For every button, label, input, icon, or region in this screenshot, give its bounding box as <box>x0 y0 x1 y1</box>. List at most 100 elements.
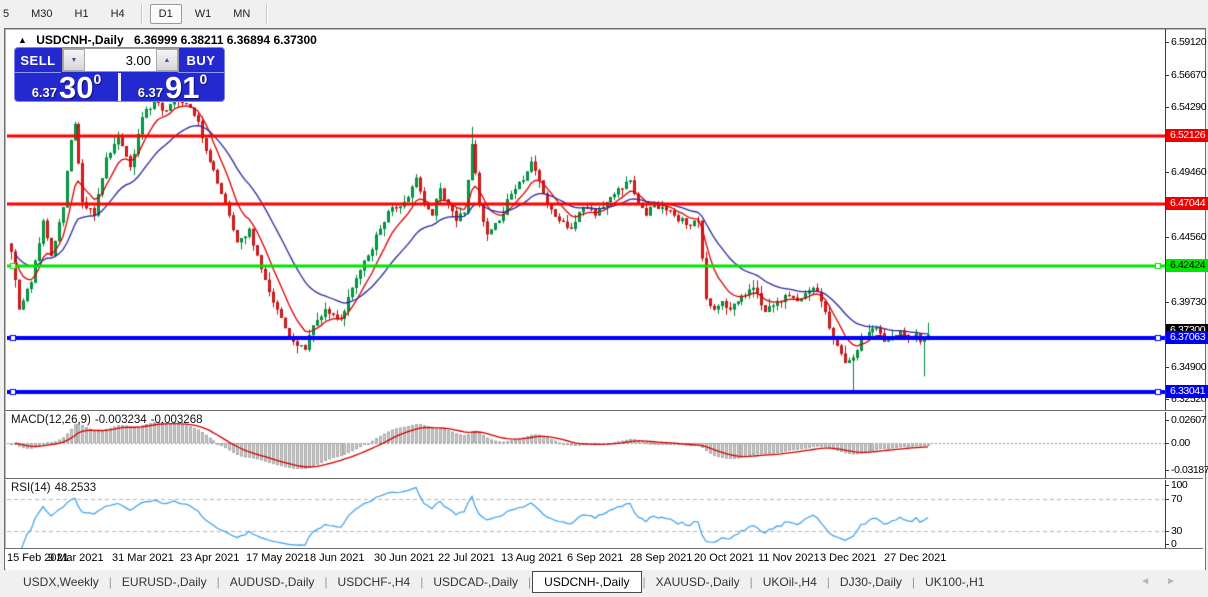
price-tick: 6.39730 <box>1166 296 1208 309</box>
price-level-badge: 6.52126 <box>1166 128 1208 142</box>
macd-axis-tick: 0.02607 <box>1166 414 1208 427</box>
price-tick: 6.34900 <box>1166 361 1208 374</box>
trade-panel-prices: 6.37 30 0 6.37 91 0 <box>15 70 224 102</box>
buy-price-small: 6.37 <box>137 85 163 100</box>
tab-separator: | <box>528 575 532 589</box>
sell-price[interactable]: 6.37 30 0 <box>15 70 118 102</box>
date-tick-label: 23 Apr 2021 <box>180 552 240 564</box>
tab-separator: | <box>420 575 424 589</box>
date-tick-label: 27 Dec 2021 <box>884 552 947 564</box>
timeframe-button-mn[interactable]: MN <box>224 4 259 24</box>
date-tick-label: 8 Jun 2021 <box>310 552 365 564</box>
tab-scroll-left-icon[interactable]: ◄ <box>1140 576 1166 587</box>
chart-window: ▲ USDCNH-,Daily 6.36999 6.38211 6.36894 … <box>4 28 1208 571</box>
pane-separator-highlight <box>5 479 1203 480</box>
timeframe-button-h4[interactable]: H4 <box>102 4 134 24</box>
tab-usdcad-daily[interactable]: USDCAD-,Daily <box>424 572 527 592</box>
price-level-badge: 6.47044 <box>1166 197 1208 211</box>
ohlc-values: 6.36999 6.38211 6.36894 6.37300 <box>133 33 317 47</box>
rsi-axis: 100 70 30 0 <box>1166 479 1204 550</box>
collapse-arrow-icon[interactable]: ▲ <box>18 35 27 45</box>
tab-eurusd-daily[interactable]: EURUSD-,Daily <box>113 572 216 592</box>
tab-separator: | <box>911 575 916 589</box>
date-tick-label: 13 Aug 2021 <box>501 552 563 564</box>
symbol-label: USDCNH-,Daily <box>36 33 124 47</box>
date-tick-label: 22 Jul 2021 <box>438 552 495 564</box>
macd-main-value: -0.003234 <box>94 414 147 426</box>
macd-label-row: MACD(12,26,9) -0.003234 -0.003268 <box>11 414 206 426</box>
price-level-badge: 6.37063 <box>1166 331 1208 345</box>
price-tick: 6.54290 <box>1166 101 1208 114</box>
toolbar-separator <box>140 4 143 24</box>
rsi-axis-tick: 70 <box>1166 493 1208 506</box>
tab-usdcnh-daily[interactable]: USDCNH-,Daily <box>532 570 642 593</box>
timeframe-button-5[interactable]: 5 <box>0 4 18 24</box>
tab-xauusd-daily[interactable]: XAUUSD-,Daily <box>647 572 749 592</box>
tab-usdchf-h4[interactable]: USDCHF-,H4 <box>329 572 420 592</box>
rsi-indicator-canvas[interactable] <box>7 480 1165 548</box>
price-tick: 6.56670 <box>1166 69 1208 82</box>
sell-price-big: 30 <box>59 70 94 102</box>
tab-ukoil-h4[interactable]: UKOil-,H4 <box>754 572 826 592</box>
price-tick: 6.49460 <box>1166 166 1208 179</box>
date-tick-label: 30 Jun 2021 <box>374 552 435 564</box>
macd-name: MACD(12,26,9) <box>11 414 91 426</box>
date-tick-label: 31 Mar 2021 <box>112 552 174 564</box>
tab-separator: | <box>216 575 220 589</box>
tab-scroll-right-icon[interactable]: ► <box>1166 576 1192 587</box>
macd-axis-tick: -0.03187 <box>1166 464 1208 477</box>
date-tick-label: 6 Sep 2021 <box>567 552 624 564</box>
macd-axis-tick: 0.00 <box>1166 437 1208 450</box>
timeframe-button-w1[interactable]: W1 <box>186 4 221 24</box>
date-tick-label: 9 Mar 2021 <box>48 552 104 564</box>
spin-up-icon[interactable]: ▲ <box>156 49 178 71</box>
sell-price-pip: 0 <box>93 71 102 87</box>
tab-separator: | <box>108 575 112 589</box>
price-level-badge: 6.42424 <box>1166 259 1208 273</box>
mt4-terminal: 5 M30 H1 H4 D1 W1 MN ▲ USDCNH-,Daily 6.36999 6… <box>0 0 1208 597</box>
chart-tabs: USDX,Weekly | EURUSD-,Daily | AUDUSD-,Daily |… <box>14 570 993 593</box>
date-tick-label: 28 Sep 2021 <box>630 552 693 564</box>
tab-separator: | <box>642 575 646 589</box>
date-tick-label: 3 Dec 2021 <box>820 552 877 564</box>
buy-price[interactable]: 6.37 91 0 <box>121 70 224 102</box>
price-tick: 6.44560 <box>1166 231 1208 244</box>
timeframe-button-h1[interactable]: H1 <box>66 4 98 24</box>
date-axis[interactable]: 15 Feb 2021 9 Mar 2021 31 Mar 2021 23 Apr 2… <box>5 549 1203 569</box>
buy-price-big: 91 <box>165 70 200 102</box>
spin-down-icon[interactable]: ▼ <box>63 49 85 71</box>
volume-stepper: ▼ 3.00 ▲ <box>62 48 179 72</box>
pane-separator-highlight <box>5 411 1203 412</box>
price-level-badge: 6.33041 <box>1166 385 1208 398</box>
macd-signal-value: -0.003268 <box>150 414 203 426</box>
rsi-label-row: RSI(14) 48.2533 <box>11 482 100 494</box>
rsi-name: RSI(14) <box>11 482 51 494</box>
toolbar-separator <box>266 4 269 24</box>
tab-audusd-daily[interactable]: AUDUSD-,Daily <box>221 572 324 592</box>
rsi-axis-tick: 30 <box>1166 525 1208 538</box>
date-tick-label: 20 Oct 2021 <box>694 552 754 564</box>
buy-price-pip: 0 <box>199 71 208 87</box>
tab-dj30-daily[interactable]: DJ30-,Daily <box>831 572 911 592</box>
timeframe-button-m30[interactable]: M30 <box>22 4 61 24</box>
tab-scroll-nav: ◄► <box>1140 576 1192 587</box>
macd-axis: 0.02607 0.00 -0.03187 <box>1166 412 1208 478</box>
tab-separator: | <box>826 575 830 589</box>
price-tick: 6.59120 <box>1166 36 1208 49</box>
timeframe-button-d1[interactable]: D1 <box>149 4 182 24</box>
sell-price-small: 6.37 <box>31 85 58 100</box>
tab-uk100-h1[interactable]: UK100-,H1 <box>916 572 993 592</box>
rsi-value: 48.2533 <box>54 482 97 494</box>
one-click-trading-panel: SELL ▼ 3.00 ▲ BUY 6.37 30 0 6.37 91 0 <box>14 47 225 102</box>
date-tick-label: 17 May 2021 <box>246 552 310 564</box>
volume-input[interactable]: 3.00 <box>85 49 156 71</box>
rsi-axis-tick: 100 <box>1166 479 1208 492</box>
date-tick-label: 11 Nov 2021 <box>758 552 820 564</box>
timeframe-toolbar: 5 M30 H1 H4 D1 W1 MN <box>0 0 1208 28</box>
tab-usdx-weekly[interactable]: USDX,Weekly <box>14 572 108 592</box>
chart-title: ▲ USDCNH-,Daily 6.36999 6.38211 6.36894 … <box>18 33 317 47</box>
chart-tab-bar: USDX,Weekly | EURUSD-,Daily | AUDUSD-,Daily |… <box>0 570 1208 597</box>
sell-button[interactable]: SELL <box>15 48 61 73</box>
tab-separator: | <box>324 575 328 589</box>
tab-separator: | <box>749 575 753 589</box>
